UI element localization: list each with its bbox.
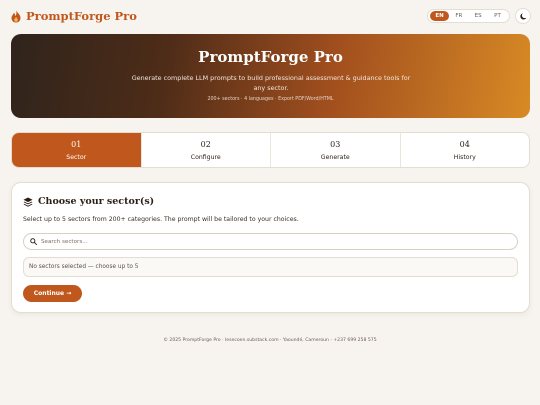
- hero-description: Generate complete LLM prompts to build p…: [131, 74, 411, 92]
- tab-history[interactable]: 04 History: [401, 133, 530, 167]
- lang-fr-button[interactable]: FR: [449, 11, 468, 21]
- tab-generate[interactable]: 03 Generate: [271, 133, 401, 167]
- lang-en-button[interactable]: EN: [430, 11, 449, 21]
- top-bar: PromptForge Pro EN FR ES PT: [0, 0, 540, 32]
- step-label: Configure: [190, 154, 221, 161]
- footer: © 2025 PromptForge Pro · lesecoen.substa…: [163, 338, 377, 343]
- sector-card: Choose your sector(s) Select up to 5 sec…: [11, 182, 530, 313]
- brand[interactable]: PromptForge Pro: [10, 9, 137, 23]
- theme-toggle-button[interactable]: [515, 8, 531, 24]
- step-label: History: [453, 154, 476, 161]
- card-title-text: Choose your sector(s): [38, 196, 155, 207]
- card-title: Choose your sector(s): [23, 196, 154, 207]
- flame-icon: [11, 10, 21, 22]
- search-box: [23, 233, 518, 250]
- tab-sector[interactable]: 01 Sector: [12, 133, 142, 167]
- step-label: Generate: [320, 154, 350, 161]
- layers-icon: [23, 197, 33, 207]
- moon-icon: [519, 12, 526, 20]
- step-number: 01: [71, 140, 82, 149]
- lang-es-button[interactable]: ES: [469, 11, 488, 21]
- step-number: 02: [200, 140, 211, 149]
- step-label: Sector: [66, 154, 87, 161]
- search-icon: [30, 238, 37, 245]
- continue-button[interactable]: Continue →: [23, 285, 82, 302]
- step-number: 04: [459, 140, 470, 149]
- hero-meta: 200+ sectors · 4 languages · Export PDF/…: [207, 97, 334, 102]
- step-tabs: 01 Sector 02 Configure 03 Generate 04 Hi…: [11, 132, 530, 168]
- step-number: 03: [330, 140, 341, 149]
- lang-pt-button[interactable]: PT: [488, 11, 507, 21]
- card-subtitle: Select up to 5 sectors from 200+ categor…: [23, 216, 299, 223]
- hero-title: PromptForge Pro: [198, 48, 343, 66]
- search-input[interactable]: [41, 235, 501, 248]
- tab-configure[interactable]: 02 Configure: [142, 133, 271, 167]
- language-switcher: EN FR ES PT: [427, 9, 510, 23]
- brand-name: PromptForge Pro: [26, 9, 137, 23]
- hero-banner: PromptForge Pro Generate complete LLM pr…: [11, 34, 530, 118]
- selected-sectors-box: No sectors selected — choose up to 5: [23, 257, 518, 277]
